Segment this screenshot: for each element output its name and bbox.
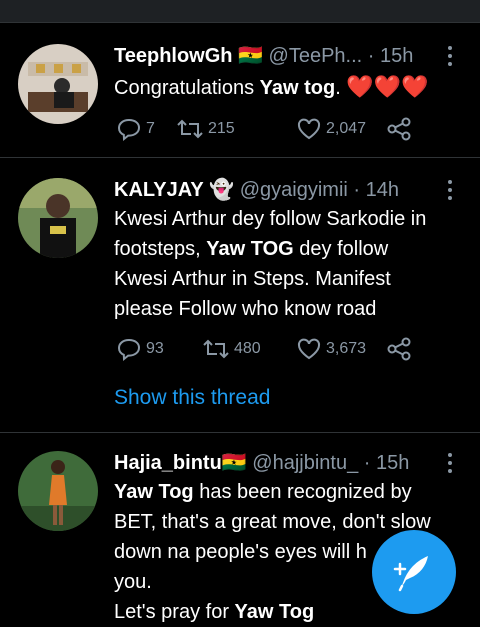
display-name[interactable]: KALYJAY xyxy=(114,179,204,201)
like-button[interactable]: 2,047 xyxy=(296,114,366,144)
user-handle[interactable]: @gyaigyimii xyxy=(240,179,348,201)
show-thread-link[interactable]: Show this thread xyxy=(114,386,270,410)
avatar[interactable] xyxy=(18,44,98,124)
share-button[interactable] xyxy=(386,114,416,144)
avatar[interactable] xyxy=(18,178,98,258)
display-name[interactable]: Hajia_bintu xyxy=(114,452,222,474)
heart-icon xyxy=(297,118,321,140)
share-button[interactable] xyxy=(386,334,416,364)
tweet-header: TeephlowGh 🇬🇭 @TeePh... · 15h xyxy=(114,44,413,68)
reply-button[interactable]: 93 xyxy=(116,334,164,364)
user-handle[interactable]: @hajjbintu_ xyxy=(252,452,358,474)
compose-tweet-icon xyxy=(393,556,428,592)
like-button[interactable]: 3,673 xyxy=(296,334,366,364)
share-icon xyxy=(387,117,411,141)
more-vertical-icon[interactable] xyxy=(440,451,460,475)
tweet-1[interactable]: TeephlowGh 🇬🇭 @TeePh... · 15h Congratula… xyxy=(0,22,480,156)
tweet-2[interactable]: KALYJAY 👻 @gyaigyimii · 14h Kwesi Arthur… xyxy=(0,158,480,430)
more-vertical-icon[interactable] xyxy=(440,178,460,202)
timestamp[interactable]: 14h xyxy=(366,179,399,201)
more-vertical-icon[interactable] xyxy=(440,44,460,68)
timestamp[interactable]: 15h xyxy=(380,45,413,67)
tweet-header: Hajia_bintu🇬🇭 @hajjbintu_ · 15h xyxy=(114,451,409,475)
reply-icon xyxy=(117,118,141,141)
retweet-icon xyxy=(203,339,229,359)
top-bar xyxy=(0,0,480,23)
heart-icon xyxy=(297,338,321,360)
share-icon xyxy=(387,337,411,361)
tweet-actions: 93 480 3,673 xyxy=(114,334,444,364)
tweet-text: Congratulations Yaw tog. ❤️❤️❤️ xyxy=(114,74,429,99)
flag-emoji: 🇬🇭 xyxy=(221,452,247,474)
display-name[interactable]: TeephlowGh xyxy=(114,45,233,67)
retweet-icon xyxy=(177,119,203,139)
reply-icon xyxy=(117,338,141,361)
ghost-emoji: 👻 xyxy=(209,179,235,201)
reply-button[interactable]: 7 xyxy=(116,114,155,144)
hearts-emoji: ❤️❤️❤️ xyxy=(346,74,429,99)
separator-dot: · xyxy=(353,179,361,201)
separator-dot: · xyxy=(367,45,375,67)
flag-emoji: 🇬🇭 xyxy=(238,45,263,67)
retweet-button[interactable]: 215 xyxy=(176,114,235,144)
tweet-header: KALYJAY 👻 @gyaigyimii · 14h xyxy=(114,178,399,202)
user-handle[interactable]: @TeePh... xyxy=(269,45,363,67)
timestamp[interactable]: 15h xyxy=(376,452,409,474)
compose-tweet-button[interactable] xyxy=(372,530,456,614)
avatar[interactable] xyxy=(18,451,98,531)
retweet-button[interactable]: 480 xyxy=(202,334,261,364)
tweet-text: Kwesi Arthur dey follow Sarkodie in foot… xyxy=(114,208,427,320)
separator-dot: · xyxy=(363,452,371,474)
tweet-actions: 7 215 2,047 xyxy=(114,114,444,144)
